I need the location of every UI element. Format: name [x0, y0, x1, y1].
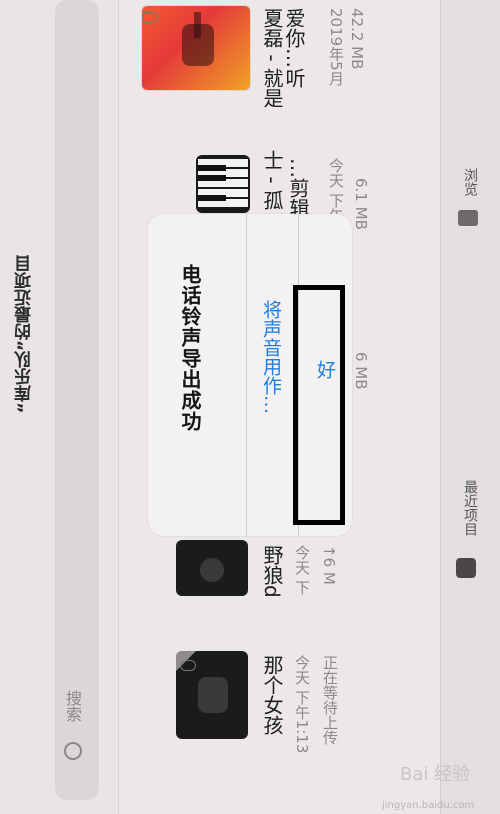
project-name[interactable]: 那个女孩 [258, 655, 287, 735]
search-icon [64, 742, 82, 760]
ok-button-highlight [293, 285, 345, 525]
guitar-icon [182, 12, 214, 66]
alert-divider [246, 214, 247, 536]
project-size: 6 MB [352, 352, 370, 390]
project-date: 2019年5月 [327, 8, 345, 86]
tab-recent[interactable]: 最近项目 [460, 480, 480, 536]
guitar-icon [200, 558, 224, 582]
upload-status: 正在等待上传 [321, 655, 339, 745]
folder-icon [458, 210, 478, 226]
search-bar[interactable] [55, 0, 99, 800]
watermark-url: jingyan.baidu.com [382, 800, 475, 811]
project-size: 6.1 MB [352, 178, 370, 230]
tab-bar [440, 0, 500, 814]
piano-icon [198, 159, 248, 207]
watermark-logo: Bai 经验 [400, 764, 471, 785]
project-subtitle: …剪辑 [286, 158, 310, 218]
search-input[interactable]: 搜索 [60, 690, 84, 722]
project-date: 今天 下午1:13 [293, 655, 311, 754]
project-thumbnail-piano[interactable] [196, 155, 250, 213]
tab-browse[interactable]: 浏览 [460, 168, 480, 196]
use-sound-as-button[interactable]: 将声音用作… [258, 300, 285, 414]
project-thumbnail-guitar[interactable] [176, 540, 248, 596]
cloud-icon [180, 660, 196, 671]
recent-icon [456, 558, 476, 578]
page-title: “库乐队”的最近项目 [15, 255, 35, 414]
alert-title: 电话铃声导出成功 [178, 264, 202, 432]
project-subtitle: 爱你…听 [282, 8, 306, 88]
project-size: ↑6 M [320, 545, 338, 585]
project-size: 42.2 MB [348, 8, 366, 70]
project-name[interactable]: 士 - 孤 [258, 150, 287, 210]
project-date: 今天 下 [293, 545, 311, 595]
project-name[interactable]: 野狼d [258, 545, 287, 598]
cloud-icon [142, 12, 158, 23]
